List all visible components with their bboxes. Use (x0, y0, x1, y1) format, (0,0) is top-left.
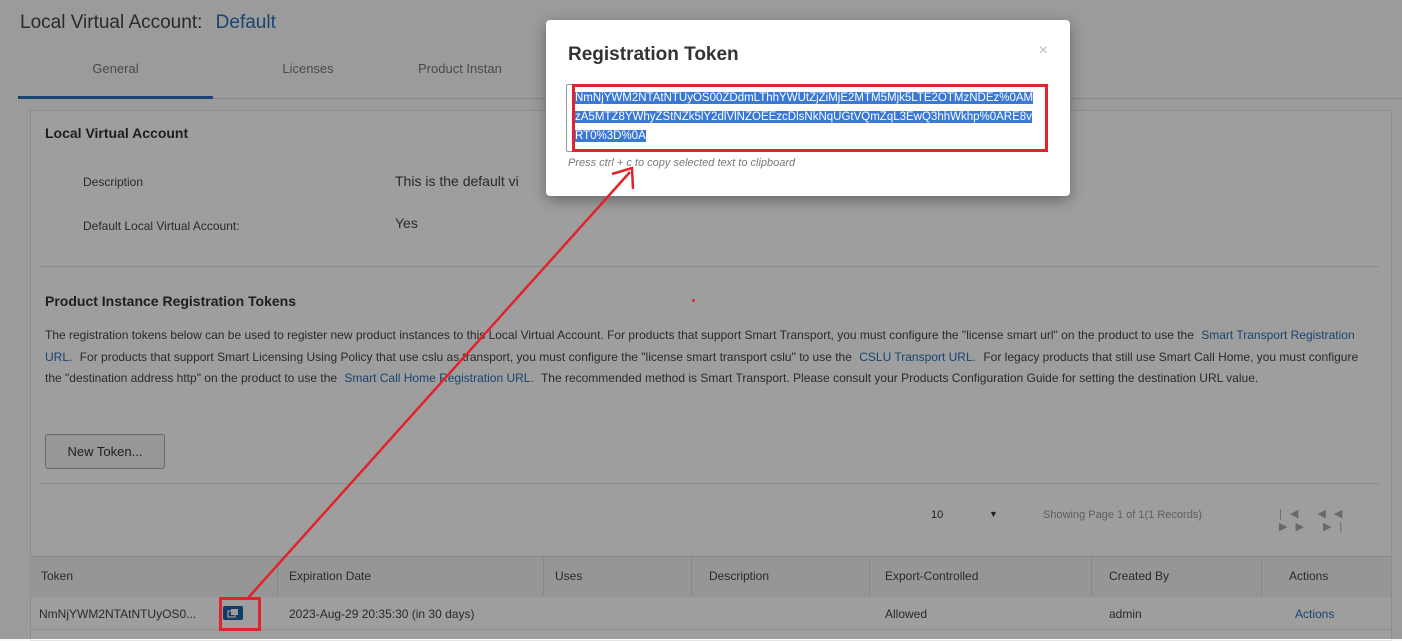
annotation-arrow (247, 166, 635, 599)
